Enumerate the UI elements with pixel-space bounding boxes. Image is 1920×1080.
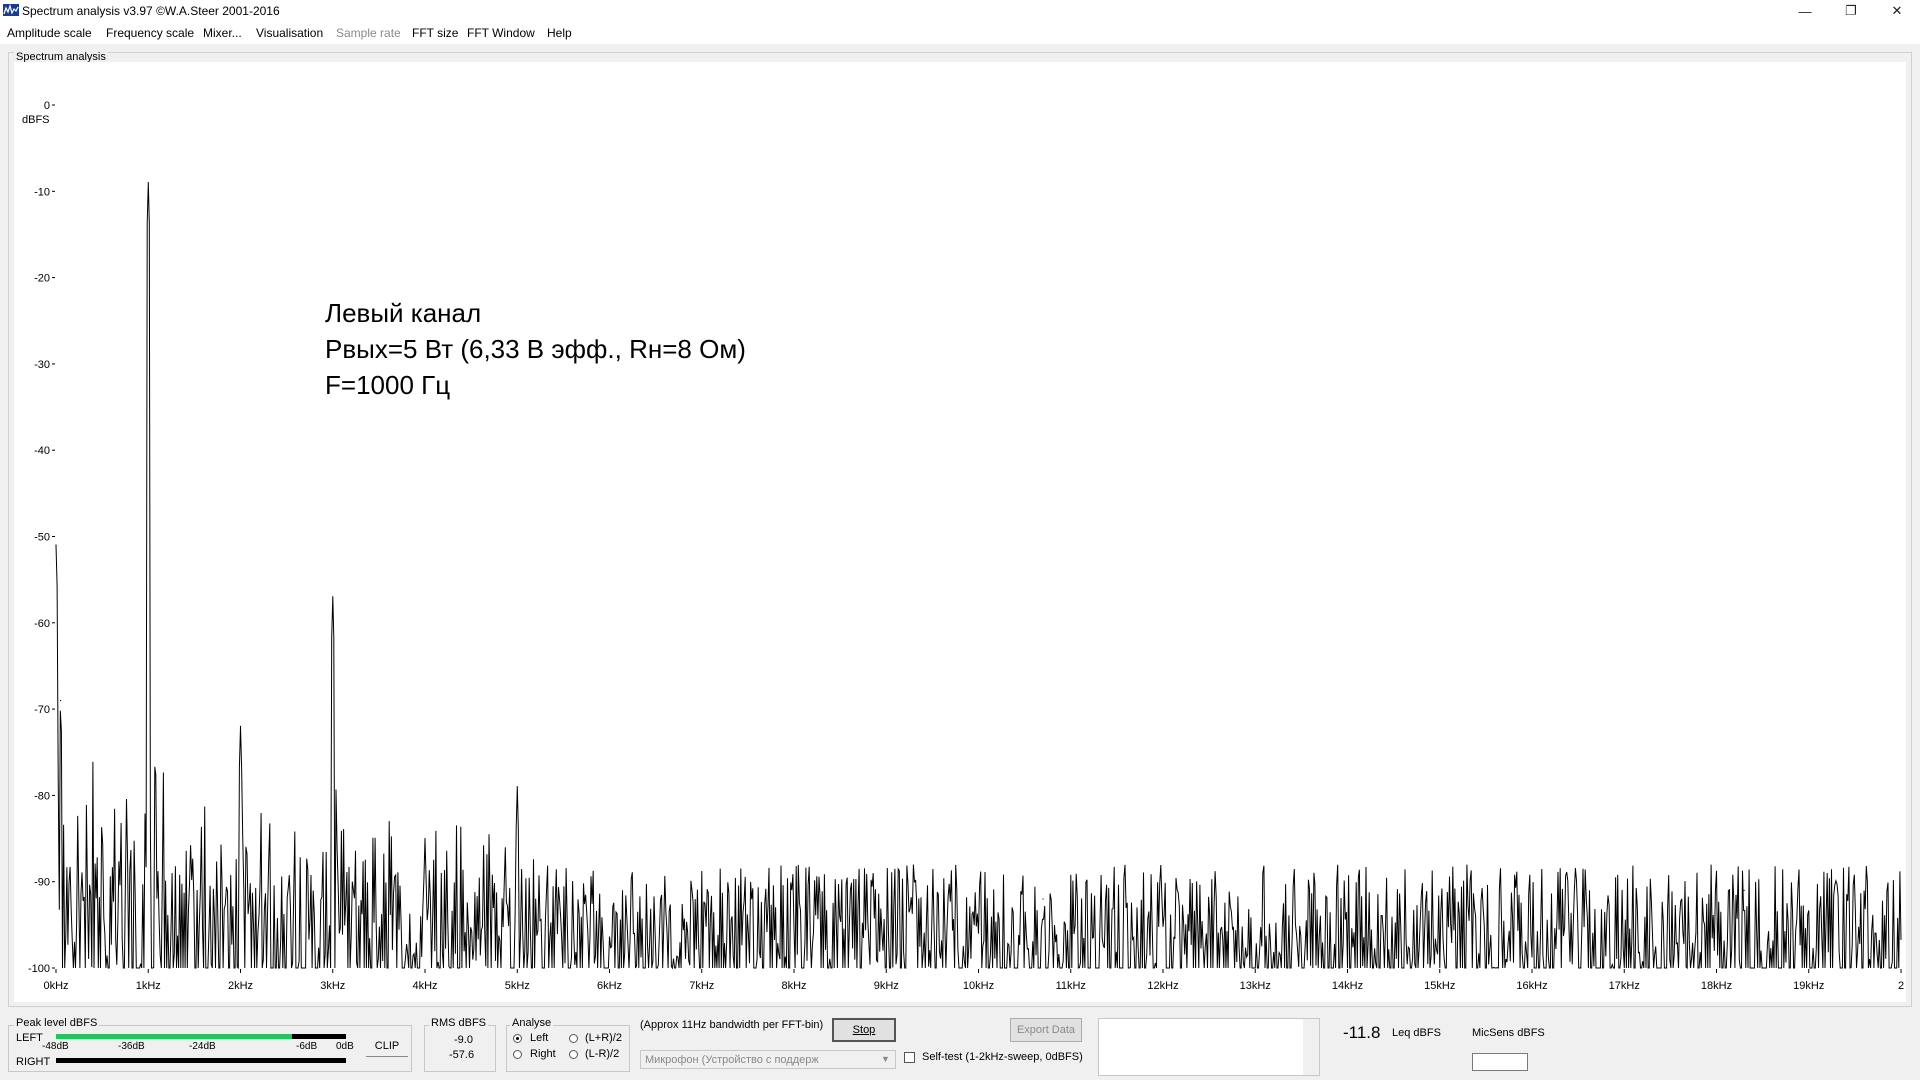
selftest-label: Self-test (1-2kHz-sweep, 0dBFS) [922, 1051, 1083, 1063]
spectrum-peak-point [1042, 898, 1044, 900]
y-tick-label: -50 [34, 532, 50, 544]
log-textbox[interactable] [1098, 1018, 1320, 1076]
x-tick-label: 17kHz [1609, 980, 1640, 992]
y-tick-label: -10 [34, 186, 50, 198]
x-tick-label: 19kHz [1793, 980, 1824, 992]
peak-scale-6: -6dB [296, 1041, 318, 1052]
radio-left-label: Left [530, 1032, 549, 1044]
x-tick-label: 3kHz [320, 980, 345, 992]
spectrum-peak-point [55, 544, 57, 546]
rms-value-left: -9.0 [454, 1034, 473, 1046]
bandwidth-note: (Approx 11Hz bandwidth per FFT-bin) [640, 1019, 824, 1031]
peak-scale-24: -24dB [189, 1041, 216, 1052]
radio-sum-label: (L+R)/2 [585, 1032, 622, 1044]
radio-diff[interactable] [569, 1050, 578, 1059]
device-select[interactable]: Микрофон (Устройство с поддерж ▼ [640, 1050, 896, 1069]
x-tick-label: 1kHz [136, 980, 161, 992]
x-tick-label: 14kHz [1332, 980, 1363, 992]
log-scrollbar[interactable] [1303, 1019, 1319, 1075]
x-tick-label: 9kHz [874, 980, 899, 992]
x-tick-label: 6kHz [597, 980, 622, 992]
y-tick-label: -90 [34, 877, 50, 889]
x-tick-label: 15kHz [1424, 980, 1455, 992]
spectrum-peak-point [147, 182, 149, 184]
spectrum-peak-point [424, 837, 426, 840]
x-tick-label: 11kHz [1056, 980, 1086, 992]
y-tick-label: -80 [34, 790, 50, 802]
radio-left[interactable] [513, 1034, 522, 1043]
peak-left-label: LEFT [16, 1032, 43, 1044]
radio-diff-label: (L-R)/2 [585, 1048, 620, 1060]
y-tick-label: -70 [34, 704, 50, 716]
x-tick-label: 7kHz [689, 980, 714, 992]
x-tick-label: 4kHz [412, 980, 437, 992]
spectrum-peak-point [516, 786, 518, 788]
y-tick-label: -40 [34, 445, 50, 457]
annotation-line-frequency: F=1000 Гц [325, 370, 451, 400]
peak-scale-48: -48dB [42, 1041, 69, 1052]
stop-button[interactable]: Stop [832, 1018, 896, 1042]
rms-value-right: -57.6 [449, 1049, 475, 1061]
analyse-title: Analyse [510, 1017, 554, 1029]
leq-value: -11.8 [1343, 1023, 1381, 1042]
peak-left-meter [56, 1034, 346, 1039]
spectrum-peak-point [60, 699, 62, 702]
peak-right-meter [56, 1058, 346, 1063]
peak-scale-0: 0dB [336, 1041, 354, 1052]
radio-right[interactable] [513, 1050, 522, 1059]
x-tick-label: 2kHz [228, 980, 253, 992]
peak-level-title: Peak level dBFS [14, 1017, 100, 1029]
x-tick-label: 0kHz [43, 980, 68, 992]
leq-unit: Leq dBFS [1392, 1027, 1441, 1039]
x-tick-label: 10kHz [963, 980, 994, 992]
spectrum-peak-point [239, 725, 242, 727]
axes: 0 -10 -20 -30 -40 -50 -60 -70 -80 -90 -100 dBFS 0kHz… [22, 100, 1904, 992]
chevron-down-icon: ▼ [881, 1054, 890, 1064]
selftest-checkbox[interactable] [904, 1052, 915, 1063]
peak-scale-36: -36dB [118, 1041, 145, 1052]
export-data-button[interactable]: Export Data [1010, 1018, 1082, 1042]
peak-right-label: RIGHT [16, 1056, 51, 1068]
x-tick-label: 16kHz [1516, 980, 1547, 992]
rms-title: RMS dBFS [429, 1017, 489, 1029]
x-tick-label: 13kHz [1240, 980, 1271, 992]
y-tick-label: -100 [28, 963, 50, 975]
y-tick-label: -30 [34, 359, 50, 371]
x-tick-label: 8kHz [781, 980, 806, 992]
spectrum-peak-point [332, 596, 334, 598]
x-tick-label: 12kHz [1147, 980, 1178, 992]
y-axis-label: dBFS [22, 114, 50, 126]
annotation-line-channel: Левый канал [325, 298, 482, 328]
clip-indicator[interactable]: CLIP [366, 1035, 408, 1057]
x-tick-label: 2 [1898, 980, 1904, 992]
y-tick-label: 0 [44, 100, 50, 112]
annotation: Левый канал Pвых=5 Вт (6,33 В эфф., Rн=8… [325, 295, 746, 403]
spectrum-peak-point [1743, 889, 1745, 891]
x-tick-label: 18kHz [1701, 980, 1732, 992]
annotation-line-power: Pвых=5 Вт (6,33 В эфф., Rн=8 Ом) [325, 334, 746, 364]
y-tick-label: -60 [34, 618, 50, 630]
micsens-input[interactable] [1472, 1053, 1528, 1071]
x-tick-label: 5kHz [505, 980, 530, 992]
y-tick-label: -20 [34, 273, 50, 285]
micsens-label: MicSens dBFS [1472, 1027, 1545, 1039]
radio-right-label: Right [530, 1048, 556, 1060]
radio-sum[interactable] [569, 1034, 578, 1043]
peak-left-fill [56, 1034, 292, 1039]
device-select-value: Микрофон (Устройство с поддерж [645, 1054, 819, 1066]
spectrum-chart: 0 -10 -20 -30 -40 -50 -60 -70 -80 -90 -100 dBFS 0kHz… [22, 100, 1904, 992]
